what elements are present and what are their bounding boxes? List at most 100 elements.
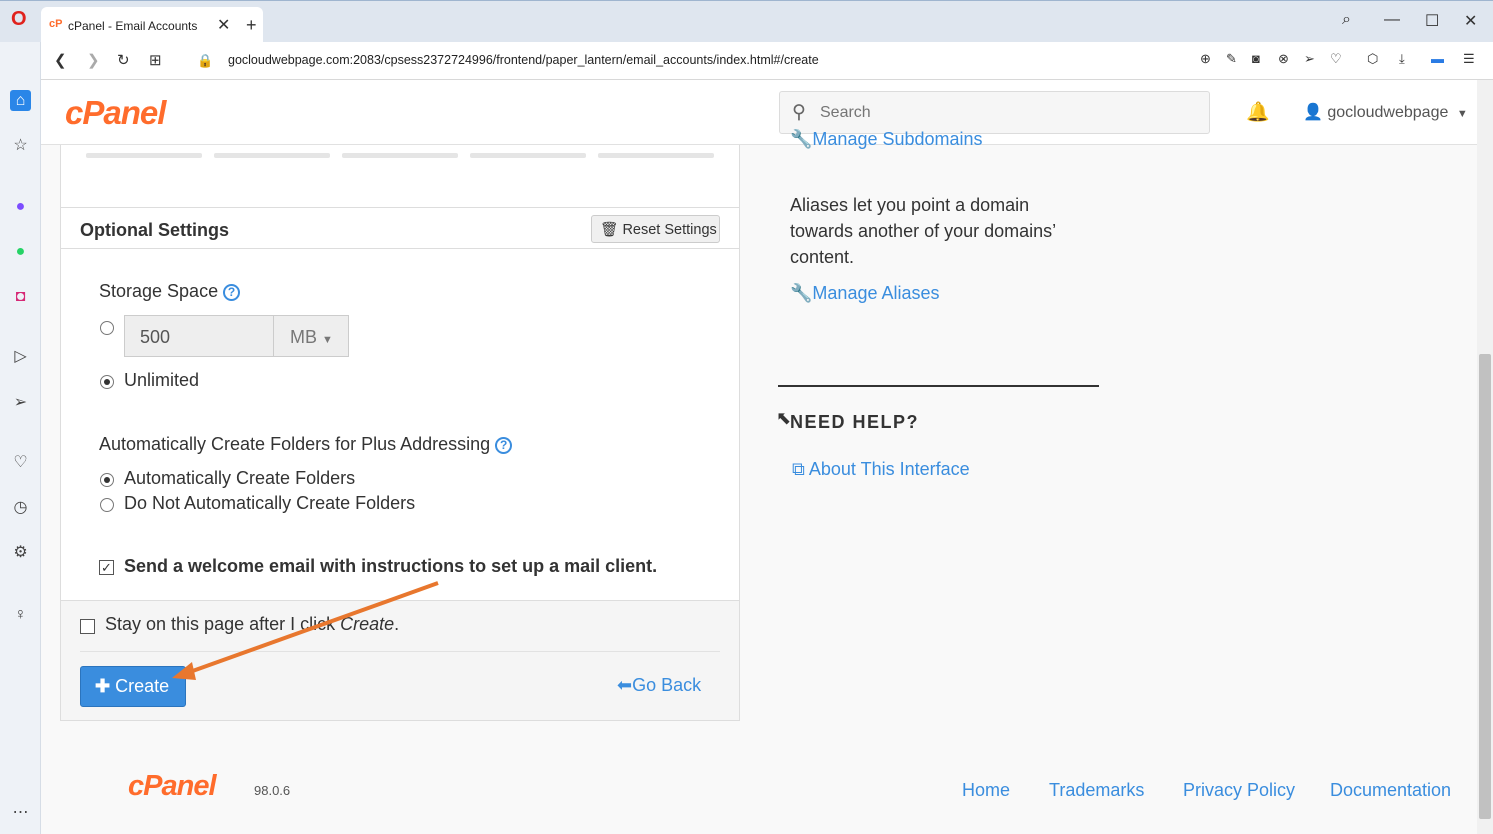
new-tab-icon[interactable]: + <box>246 15 257 36</box>
reset-settings-button[interactable]: 🗑 Reset Settings <box>591 215 720 243</box>
whatsapp-icon[interactable]: ● <box>10 241 31 262</box>
snapshot-icon[interactable]: ◙ <box>1252 51 1260 66</box>
auto-create-folders-radio[interactable] <box>100 473 114 487</box>
stay-on-page-label: Stay on this page after I click Create. <box>105 614 399 635</box>
plus-addressing-label: Automatically Create Folders for Plus Ad… <box>99 434 513 455</box>
help-icon[interactable]: ? <box>223 284 241 301</box>
section-divider <box>778 385 1099 387</box>
need-help-heading: NEED HELP? <box>790 412 920 432</box>
footer-documentation-link[interactable]: Documentation <box>1330 780 1451 801</box>
heart-icon[interactable]: ♡ <box>1330 51 1342 67</box>
password-strength-segment <box>470 153 586 158</box>
download-icon[interactable]: ⤓ <box>1399 51 1405 67</box>
lock-icon: 🔒 <box>197 53 214 68</box>
welcome-email-checkbox[interactable]: ✓ <box>99 560 114 575</box>
auto-create-folders-label: Automatically Create Folders <box>124 468 356 488</box>
extensions-icon[interactable]: ⬡ <box>1367 51 1378 67</box>
send-icon[interactable]: ➢ <box>1304 51 1315 67</box>
instagram-icon[interactable]: ◘ <box>10 286 31 307</box>
close-window-icon[interactable]: ✕ <box>1464 11 1477 31</box>
settings-icon[interactable]: ⚙ <box>10 542 31 563</box>
back-icon[interactable]: ❮ <box>54 51 67 69</box>
reload-icon[interactable]: ↻ <box>117 51 130 69</box>
footer-home-link[interactable]: Home <box>962 780 1010 801</box>
optional-settings-header: Optional Settings 🗑 Reset Settings <box>61 207 739 249</box>
form-actions-panel: Stay on this page after I click Create. … <box>61 600 739 720</box>
right-column: 🔧Manage Subdomains Aliases let you point… <box>778 129 1110 505</box>
browser-tab[interactable]: cP cPanel - Email Accounts ✕ <box>41 7 263 43</box>
flow-icon[interactable]: ➢ <box>10 392 31 413</box>
home-icon[interactable]: ⌂ <box>10 90 31 111</box>
edit-icon[interactable]: ✎ <box>1226 51 1237 67</box>
actions-divider <box>80 651 720 652</box>
cpanel-header: cPanel ⚲ 🔔 👤 gocloudwebpage ▼ <box>41 80 1477 145</box>
search-box[interactable]: ⚲ <box>779 91 1210 134</box>
main-content: Optional Settings 🗑 Reset Settings Stora… <box>41 129 1477 834</box>
plus-addressing-text: Automatically Create Folders for Plus Ad… <box>99 434 491 454</box>
address-bar: ❮ ❯ ↻ ⊞ 🔒 gocloudwebpage.com:2083/cpsess… <box>41 42 1493 80</box>
manage-subdomains-link[interactable]: 🔧Manage Subdomains <box>790 129 983 149</box>
password-strength-segment <box>214 153 330 158</box>
mouse-cursor-icon: ⬉ <box>776 408 792 428</box>
about-interface-link[interactable]: ⧉ About This Interface <box>792 459 970 480</box>
bookmarks-icon[interactable]: ☆ <box>10 135 31 156</box>
messenger-icon[interactable]: ● <box>10 196 31 217</box>
trash-icon: 🗑 <box>600 222 619 238</box>
adblock-icon[interactable]: ⊗ <box>1278 51 1289 67</box>
page-scrollbar[interactable] <box>1477 80 1493 834</box>
stay-label-suffix: . <box>394 614 400 634</box>
menu-icon[interactable]: ☰ <box>1463 51 1475 67</box>
user-menu[interactable]: 👤 gocloudwebpage ▼ <box>1303 102 1468 122</box>
quota-unit-select[interactable]: MB ▼ <box>273 315 349 357</box>
tips-icon[interactable]: ♀ <box>10 604 31 625</box>
unlimited-radio[interactable] <box>100 375 114 389</box>
version-label: 98.0.6 <box>254 783 291 798</box>
create-label: Create <box>115 676 170 696</box>
maximize-icon[interactable]: ☐ <box>1425 11 1439 31</box>
footer-trademarks-link[interactable]: Trademarks <box>1049 780 1144 801</box>
wrench-icon: 🔧 <box>790 129 813 149</box>
player-icon[interactable]: ▷ <box>10 346 31 367</box>
browser-tab-bar: O cP cPanel - Email Accounts ✕ + ⌕ — ☐ ✕ <box>0 0 1493 43</box>
tab-close-icon[interactable]: ✕ <box>217 15 230 35</box>
zoom-icon[interactable]: ⊕ <box>1200 51 1211 67</box>
cpanel-logo[interactable]: cPanel <box>65 94 166 132</box>
create-button[interactable]: ✚ Create <box>80 666 186 707</box>
caret-down-icon: ▼ <box>322 334 333 346</box>
vpn-icon[interactable]: ▬ <box>1431 51 1444 66</box>
forward-icon[interactable]: ❯ <box>87 51 100 69</box>
history-icon[interactable]: ◷ <box>10 497 31 518</box>
password-strength-segment <box>598 153 714 158</box>
go-back-label: Go Back <box>632 675 702 695</box>
footer-privacy-link[interactable]: Privacy Policy <box>1183 780 1295 801</box>
stay-on-page-checkbox[interactable] <box>80 619 95 634</box>
scrollbar-thumb[interactable] <box>1479 354 1491 819</box>
unlimited-label: Unlimited <box>124 370 200 390</box>
browser-sidebar: ⌂ ☆ ● ● ◘ ▷ ➢ ♡ ◷ ⚙ ♀ ⋯ <box>0 42 41 834</box>
go-back-link[interactable]: ⬅Go Back <box>617 675 701 696</box>
no-auto-folders-label: Do Not Automatically Create Folders <box>124 493 416 513</box>
search-tabs-icon[interactable]: ⌕ <box>1342 11 1351 29</box>
welcome-email-label: Send a welcome email with instructions t… <box>124 556 658 576</box>
manage-aliases-link[interactable]: 🔧Manage Aliases <box>790 283 940 304</box>
help-icon[interactable]: ? <box>495 437 513 454</box>
search-input[interactable] <box>820 92 1200 133</box>
tab-title: cPanel - Email Accounts <box>68 19 198 33</box>
opera-logo-icon[interactable]: O <box>11 8 27 31</box>
create-account-card: Optional Settings 🗑 Reset Settings Stora… <box>60 145 740 721</box>
quota-radio[interactable] <box>100 321 114 335</box>
manage-aliases-label: Manage Aliases <box>812 283 940 303</box>
pinboard-icon[interactable]: ♡ <box>10 452 31 473</box>
url-field[interactable]: gocloudwebpage.com:2083/cpsess2372724996… <box>228 53 819 67</box>
notifications-bell-icon[interactable]: 🔔 <box>1246 100 1270 124</box>
speed-dial-icon[interactable]: ⊞ <box>149 51 162 69</box>
user-icon: 👤 <box>1303 104 1323 121</box>
quota-input[interactable]: 500 <box>124 315 274 357</box>
manage-subdomains-label: Manage Subdomains <box>812 129 983 149</box>
no-auto-folders-radio[interactable] <box>100 498 114 512</box>
more-icon[interactable]: ⋯ <box>10 802 31 823</box>
plus-icon: ✚ <box>95 676 111 696</box>
minimize-icon[interactable]: — <box>1384 11 1400 29</box>
storage-space-label: Storage Space? <box>99 281 241 302</box>
optional-settings-title: Optional Settings <box>80 220 230 240</box>
